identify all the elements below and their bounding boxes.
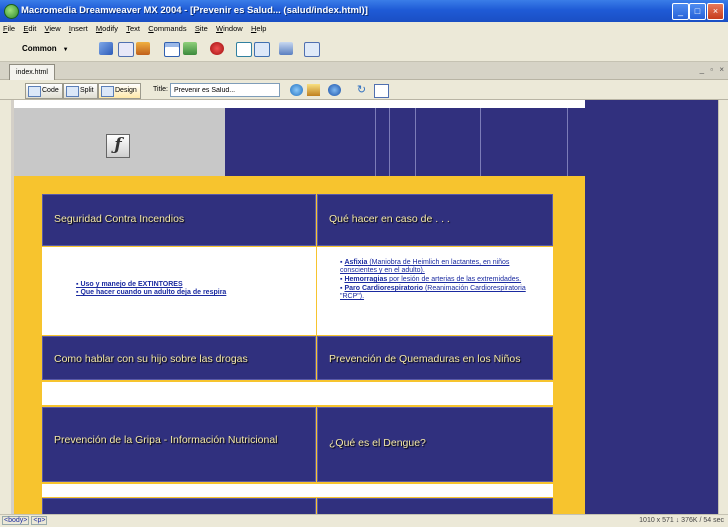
section-header-burns: Prevención de Quemaduras en los Niños: [317, 336, 553, 380]
design-icon: [101, 86, 114, 97]
section-header-what-to-do: Qué hacer en caso de . . .: [317, 194, 553, 246]
design-view-label: Design: [115, 87, 137, 94]
window-title: Macromedia Dreamweaver MX 2004 - [Preven…: [21, 5, 368, 16]
fire-safety-link-list: ▪ Uso y manejo de EXTINTORES ▪ Que hacer…: [76, 281, 226, 297]
flash-icon: ƒ: [106, 134, 130, 158]
menu-view[interactable]: View: [42, 22, 64, 35]
vertical-scrollbar[interactable]: [718, 100, 728, 514]
comment-icon[interactable]: [254, 42, 270, 57]
menu-bar: File Edit View Insert Modify Text Comman…: [0, 22, 728, 35]
section-heading: Seguridad Contra Incendios: [54, 213, 185, 225]
link-text: Que hacer cuando un adulto deja de respi…: [80, 289, 227, 296]
list-link[interactable]: Asfixia (Maniobra de Heimlich en lactant…: [340, 259, 509, 274]
section-heading: Qué hacer en caso de . . .: [329, 213, 450, 225]
nav-divider: [480, 108, 481, 176]
what-to-do-links-cell: ▪ Asfixia (Maniobra de Heimlich en lacta…: [317, 247, 553, 335]
what-to-do-link-list: ▪ Asfixia (Maniobra de Heimlich en lacta…: [340, 259, 535, 302]
code-view-button[interactable]: Code: [25, 83, 63, 99]
section-header-drugs: Como hablar con su hijo sobre las drogas: [42, 336, 316, 380]
menu-edit[interactable]: Edit: [20, 22, 39, 35]
menu-file[interactable]: File: [0, 22, 18, 35]
menu-site[interactable]: Site: [192, 22, 211, 35]
preview-in-browser-icon[interactable]: [328, 84, 341, 96]
dreamweaver-app-icon: [4, 4, 19, 19]
image-icon[interactable]: [183, 42, 197, 55]
section-header-dengue: ¿Qué es el Dengue?: [317, 407, 553, 482]
list-link[interactable]: Paro Cardiorespiratorio (Reanimación Car…: [340, 285, 526, 300]
tag-p[interactable]: <p>: [31, 516, 48, 525]
flash-placeholder[interactable]: ƒ: [14, 108, 225, 176]
split-icon: [66, 86, 79, 97]
media-icon[interactable]: [210, 42, 224, 55]
title-label: Title:: [153, 86, 168, 93]
link-text: Uso y manejo de EXTINTORES: [80, 281, 183, 288]
section-header-fire-safety: Seguridad Contra Incendios: [42, 194, 316, 246]
view-options-icon[interactable]: [374, 84, 389, 98]
section-header-partial: [317, 498, 553, 514]
empty-content-cell: [42, 382, 553, 405]
tag-chooser-icon[interactable]: [304, 42, 320, 57]
page-background-right: [585, 100, 728, 514]
nav-divider: [375, 108, 376, 176]
document-toolbar: Code Split Design Title: ↻: [0, 80, 728, 100]
nav-divider: [389, 108, 390, 176]
list-link[interactable]: ▪ Uso y manejo de EXTINTORES: [76, 281, 226, 289]
insert-bar: Common ▼: [0, 35, 728, 62]
menu-modify[interactable]: Modify: [93, 22, 121, 35]
list-item: ▪ Hemorragias por lesión de arterias de …: [340, 276, 522, 283]
list-item: ▪ Asfixia (Maniobra de Heimlich en lacta…: [340, 259, 510, 274]
section-header-flu: Prevención de la Gripa - Información Nut…: [42, 407, 316, 482]
header-nav-area: [225, 108, 585, 176]
design-canvas[interactable]: ƒ Seguridad Contra Incendios Qué hacer e…: [11, 100, 728, 514]
refresh-icon[interactable]: ↻: [355, 84, 368, 96]
chevron-down-icon: ▼: [62, 47, 69, 53]
document-tab-bar: index.html _ ▫ ×: [0, 62, 728, 80]
maximize-button[interactable]: □: [689, 3, 706, 20]
section-heading: Prevención de la Gripa - Información Nut…: [54, 434, 278, 446]
page-title-input[interactable]: [170, 83, 280, 97]
nav-divider: [415, 108, 416, 176]
named-anchor-icon[interactable]: [136, 42, 150, 55]
table-icon[interactable]: [164, 42, 180, 57]
split-view-button[interactable]: Split: [63, 83, 98, 99]
status-bar: <body> <p> 1010 x 571 ↓ 376K / 54 sec: [0, 514, 728, 527]
insert-category-dropdown[interactable]: Common ▼: [22, 44, 69, 53]
hyperlink-icon[interactable]: [99, 42, 113, 55]
split-view-label: Split: [80, 87, 94, 94]
content-table: Seguridad Contra Incendios Qué hacer en …: [14, 176, 585, 514]
tag-selector: <body> <p>: [2, 516, 49, 525]
nav-divider: [567, 108, 568, 176]
insert-category-label: Common: [22, 44, 57, 53]
document-window-controls[interactable]: _ ▫ ×: [700, 65, 726, 74]
check-browser-icon[interactable]: [307, 84, 320, 96]
code-view-label: Code: [42, 87, 59, 94]
date-icon[interactable]: [236, 42, 252, 57]
page-header-band: ƒ: [14, 108, 585, 176]
list-link[interactable]: Hemorragias por lesión de arterias de la…: [344, 276, 521, 283]
window-size-info: 1010 x 571 ↓ 376K / 54 sec: [639, 517, 724, 524]
code-icon: [28, 86, 41, 97]
close-button[interactable]: ×: [707, 3, 724, 20]
menu-insert[interactable]: Insert: [66, 22, 91, 35]
menu-text[interactable]: Text: [123, 22, 143, 35]
menu-help[interactable]: Help: [248, 22, 269, 35]
template-icon[interactable]: [279, 42, 293, 55]
section-header-partial: [42, 498, 316, 514]
section-heading: ¿Qué es el Dengue?: [329, 437, 426, 449]
section-heading: Como hablar con su hijo sobre las drogas: [54, 353, 248, 365]
tag-body[interactable]: <body>: [2, 516, 30, 525]
menu-window[interactable]: Window: [213, 22, 246, 35]
empty-content-cell: [42, 484, 553, 497]
fire-safety-links-cell: ▪ Uso y manejo de EXTINTORES ▪ Que hacer…: [42, 247, 316, 335]
list-link[interactable]: ▪ Que hacer cuando un adulto deja de res…: [76, 289, 226, 297]
design-view-button[interactable]: Design: [98, 83, 141, 99]
list-item: ▪ Paro Cardiorespiratorio (Reanimación C…: [340, 285, 526, 300]
menu-commands[interactable]: Commands: [145, 22, 189, 35]
title-bar: Macromedia Dreamweaver MX 2004 - [Preven…: [0, 0, 728, 22]
document-tab[interactable]: index.html: [9, 64, 55, 80]
section-heading: Prevención de Quemaduras en los Niños: [329, 353, 521, 365]
file-management-icon[interactable]: [290, 84, 303, 96]
email-link-icon[interactable]: [118, 42, 134, 57]
minimize-button[interactable]: _: [672, 3, 689, 20]
